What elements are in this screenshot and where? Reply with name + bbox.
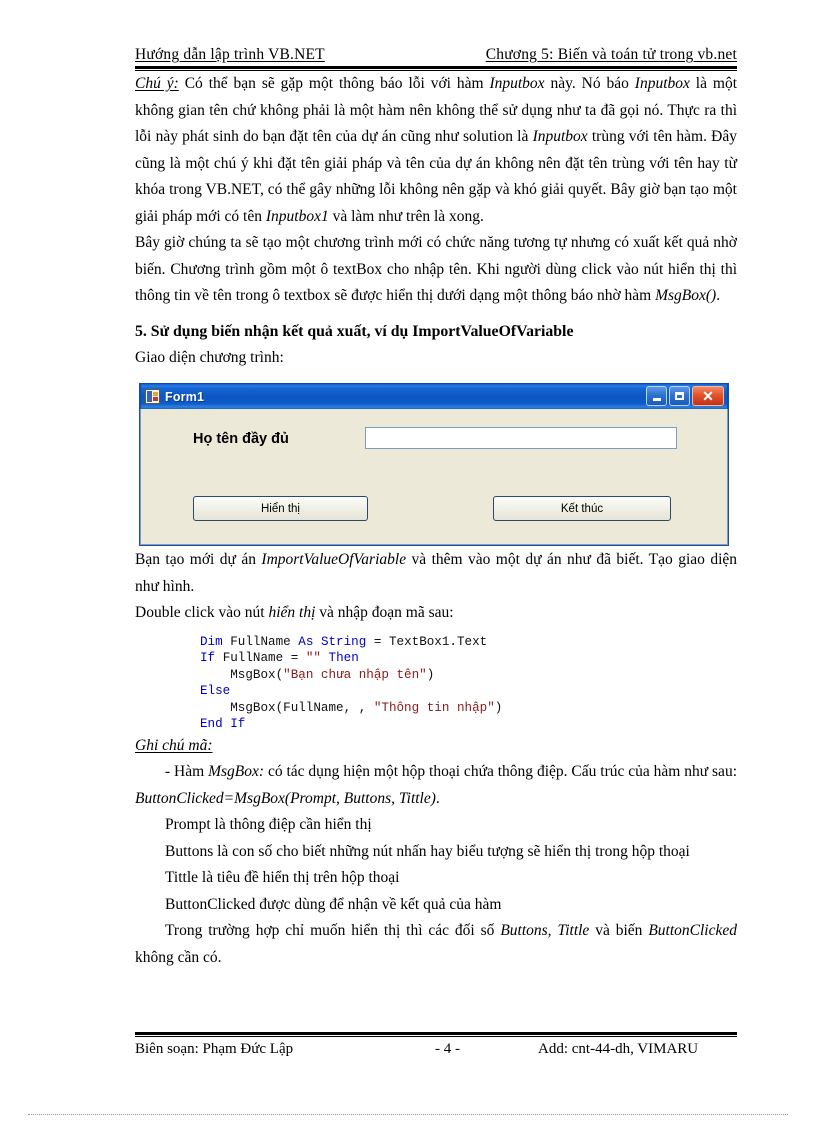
code-text: MsgBox(FullName, , [200, 700, 374, 715]
header-right-title: Chương 5: Biến và toán tử trong vb.net [485, 46, 737, 63]
term-msgbox-label: MsgBox: [208, 763, 265, 780]
page-edge-marker [28, 1114, 788, 1115]
page-content: Hướng dẫn lập trình VB.NET Chương 5: Biế… [135, 46, 737, 971]
paragraph-final: Trong trường hợp chỉ muốn hiển thị thì c… [135, 918, 737, 971]
exit-button[interactable]: Kết thúc [493, 496, 671, 521]
close-button[interactable]: ✕ [692, 386, 724, 406]
code-line: MsgBox(FullName, , "Thông tin nhập") [200, 700, 737, 717]
page-header: Hướng dẫn lập trình VB.NET Chương 5: Biế… [135, 46, 737, 64]
minimize-button[interactable] [646, 386, 667, 406]
form-client-area: Họ tên đầy đủ Hiển thị Kết thúc [140, 409, 728, 545]
create-project-a: Bạn tạo mới dự án [135, 551, 262, 568]
section-heading: 5. Sử dụng biến nhận kết quả xuất, ví dụ… [135, 322, 574, 340]
bullet-buttons: Buttons là con số cho biết những nút nhấ… [165, 842, 690, 860]
note-label: Chú ý: [135, 75, 179, 92]
caption-ui: Giao diện chương trình: [135, 348, 284, 366]
term-msgbox: MsgBox() [655, 287, 717, 304]
paragraph-double-click: Double click vào nút hiển thị và nhập đo… [135, 600, 737, 627]
term-show-button: hiển thị [268, 604, 316, 621]
note-text-1: Có thể bạn sẽ gặp một thông báo lỗi với … [178, 75, 490, 92]
code-line: Dim FullName As String = TextBox1.Text [200, 634, 737, 651]
code-line: If FullName = "" Then [200, 650, 737, 667]
footer-page-number: - 4 - [435, 1041, 460, 1057]
msgbox-desc-c: . [435, 789, 440, 807]
page-footer: Biên soạn: Phạm Đức Lập - 4 - Add: cnt-4… [135, 1032, 737, 1058]
final-b: và biến [589, 922, 649, 939]
code-note-heading: Ghi chú mã: [135, 736, 213, 754]
code-keyword: Then [328, 651, 359, 665]
vb-form-window: Form1 ✕ Họ tên đầy đủ Hiển thị Kết thúc [139, 383, 729, 546]
code-text: FullName [230, 634, 299, 649]
code-text: FullName = [222, 651, 306, 665]
bullet-tittle: Tittle là tiêu đề hiển thị trên hộp thoạ… [165, 869, 400, 886]
code-keyword: As String [298, 634, 374, 649]
code-text: MsgBox( [200, 667, 284, 682]
vb-form-icon [145, 389, 160, 404]
form-screenshot: Form1 ✕ Họ tên đầy đủ Hiển thị Kết thúc [135, 383, 731, 547]
show-button[interactable]: Hiển thị [193, 496, 368, 521]
form-title: Form1 [165, 389, 205, 404]
paragraph-create-project: Bạn tạo mới dự án ImportValueOfVariable … [135, 547, 737, 600]
footer-divider [135, 1032, 737, 1037]
document-page: Hướng dẫn lập trình VB.NET Chương 5: Biế… [0, 0, 816, 1123]
term-buttonclicked: ButtonClicked [648, 922, 737, 939]
note-text-2: này. Nó báo [544, 75, 635, 92]
msgbox-signature: ButtonClicked=MsgBox(Prompt, Buttons, Ti… [135, 789, 436, 807]
msgbox-desc-b: có tác dụng hiện một hộp thoại chứa thôn… [264, 763, 737, 780]
bullet-buttonclicked: ButtonClicked được dùng để nhận về kết q… [165, 895, 502, 913]
code-string: "Bạn chưa nhập tên" [283, 667, 427, 682]
label-fullname: Họ tên đầy đủ [193, 431, 289, 447]
term-project-name: ImportValueOfVariable [261, 551, 407, 568]
msgbox-desc-a: - Hàm [165, 763, 209, 780]
paragraph-program-text: Bây giờ chúng ta sẽ tạo một chương trình… [135, 234, 737, 304]
code-line: Else [200, 683, 737, 700]
code-text: = TextBox1.Text [373, 634, 488, 649]
paragraph-program-intro: Bây giờ chúng ta sẽ tạo một chương trình… [135, 230, 737, 310]
code-string: "" [305, 651, 329, 665]
double-click-b: và nhập đoạn mã sau: [315, 604, 454, 621]
term-inputbox1: Inputbox1 [265, 207, 329, 225]
code-keyword: End If [200, 717, 246, 731]
paragraph-msgbox-desc: - Hàm MsgBox: có tác dụng hiện một hộp t… [135, 759, 737, 812]
bullet-prompt: Prompt là thông điệp cần hiển thị [165, 816, 372, 833]
paragraph-program-end: . [716, 287, 721, 304]
term-inputbox-2: Inputbox [634, 75, 690, 92]
code-keyword: Dim [200, 634, 231, 649]
term-buttons-tittle: Buttons, Tittle [500, 922, 590, 939]
paragraph-note: Chú ý: Có thể bạn sẽ gặp một thông báo l… [135, 71, 737, 230]
minimize-icon [652, 397, 661, 401]
term-inputbox-1: Inputbox [489, 75, 545, 92]
code-line: End If [200, 716, 737, 733]
close-icon: ✕ [702, 387, 714, 404]
form-titlebar: Form1 ✕ [140, 383, 728, 409]
header-left-title: Hướng dẫn lập trình VB.NET [135, 46, 325, 63]
term-inputbox-3: Inputbox [532, 128, 588, 145]
footer-author: Biên soạn: Phạm Đức Lập [135, 1041, 294, 1057]
code-string: "Thông tin nhập" [373, 700, 495, 715]
double-click-a: Double click vào nút [135, 604, 269, 621]
fullname-textbox[interactable] [365, 427, 677, 449]
code-block: Dim FullName As String = TextBox1.Text If… [135, 634, 737, 733]
maximize-button[interactable] [669, 386, 690, 406]
code-text: ) [426, 667, 435, 682]
final-c: không cần có. [135, 948, 222, 966]
code-keyword: If [200, 651, 223, 665]
window-controls: ✕ [646, 386, 724, 406]
maximize-icon [675, 392, 684, 400]
code-text: ) [494, 700, 503, 715]
code-keyword: Else [200, 684, 231, 698]
code-line: MsgBox("Bạn chưa nhập tên") [200, 667, 737, 684]
note-text-5: và làm như trên là xong. [328, 207, 484, 225]
code-note-label: Ghi chú mã: [135, 733, 737, 760]
final-a: Trong trường hợp chỉ muốn hiển thị thì c… [165, 922, 501, 939]
footer-address: Add: cnt-44-dh, VIMARU [538, 1041, 699, 1057]
